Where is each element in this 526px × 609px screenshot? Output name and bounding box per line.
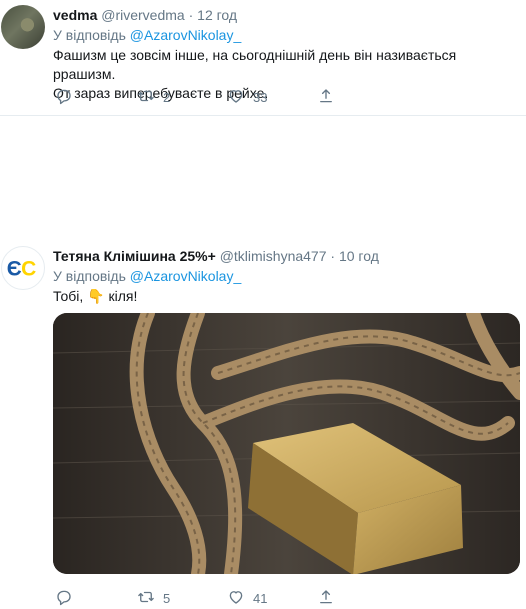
reply-prefix: У відповідь [53,27,126,43]
reply-prefix: У відповідь [53,268,126,284]
retweet-button[interactable]: 2 [137,87,227,107]
avatar[interactable]: Є С [1,246,45,290]
retweet-count: 5 [163,590,171,606]
mention-link[interactable]: @AzarovNikolay_ [130,27,241,43]
share-icon [317,588,335,609]
reply-button[interactable] [55,588,137,608]
heart-icon [227,87,245,108]
reply-icon [55,588,73,609]
heart-icon [227,588,245,609]
display-name[interactable]: vedma [53,7,97,23]
like-button[interactable]: 33 [227,87,317,107]
user-handle[interactable]: @tklimishyna477 [220,248,327,264]
share-button[interactable] [317,588,335,608]
display-name[interactable]: Тетяна Клімішина 25%+ [53,248,216,264]
separator-dot: · [330,248,336,264]
eurosolidarity-logo: Є С [7,258,36,281]
tweet-actions: 5 41 [55,588,335,608]
like-button[interactable]: 41 [227,588,317,608]
tweet[interactable]: Є С Тетяна Клімішина 25%+ @tklimishyna47… [0,116,526,606]
pointing-down-emoji: 👇 [87,288,105,304]
reply-context: У відповідь @AzarovNikolay_ [53,267,516,286]
retweet-button[interactable]: 5 [137,588,227,608]
timestamp[interactable]: 10 год [339,248,379,264]
logo-letter-c: С [21,258,36,281]
mention-link[interactable]: @AzarovNikolay_ [130,268,241,284]
timestamp[interactable]: 12 год [197,7,237,23]
tweet-content: Тетяна Клімішина 25%+ @tklimishyna477 · … [53,247,520,574]
reply-context: У відповідь @AzarovNikolay_ [53,26,516,45]
share-icon [317,87,335,108]
tweet-header: Тетяна Клімішина 25%+ @tklimishyna477 · … [53,247,516,265]
tweet-header: vedma @rivervedma · 12 год [53,6,516,24]
like-count: 41 [253,590,268,606]
share-button[interactable] [317,87,335,107]
user-handle[interactable]: @rivervedma [101,7,184,23]
tweet-text: Тобі, 👇 кіля! [53,287,516,306]
reply-button[interactable] [55,87,137,107]
reply-icon [55,87,73,108]
separator-dot: · [188,7,194,23]
tweet-text-line: Фашизм це зовсім інше, на сьогоднішній д… [53,47,457,82]
retweet-icon [137,87,155,108]
tweet-actions: 2 33 [55,87,335,107]
logo-letter-e: Є [7,258,22,281]
tweet-text-part: Тобі, [53,288,84,304]
tweet[interactable]: vedma @rivervedma · 12 год У відповідь @… [0,0,526,116]
noose-and-soap-photo [53,313,520,574]
tweet-text-part: кіля! [108,288,138,304]
retweet-count: 2 [163,89,171,105]
tweet-image[interactable] [53,313,520,574]
like-count: 33 [253,89,268,105]
retweet-icon [137,588,155,609]
avatar[interactable] [1,5,45,49]
